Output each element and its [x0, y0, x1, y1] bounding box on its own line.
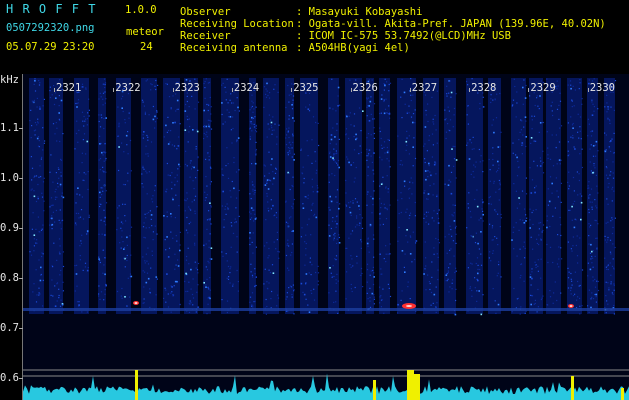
x-tick-mark	[350, 88, 352, 92]
x-tick-label: 2323	[174, 82, 200, 94]
file-name: 0507292320.png	[6, 22, 95, 34]
carrier-line	[23, 308, 629, 311]
meteor-label: meteor	[126, 26, 164, 38]
x-tick-mark	[469, 88, 471, 92]
noise-band	[366, 78, 374, 314]
y-tick-mark	[19, 328, 23, 329]
meteor-echo-core	[406, 305, 412, 307]
observer-value: : Masayuki Kobayashi	[296, 6, 423, 18]
x-tick-label: 2330	[589, 82, 615, 94]
app-title: H R O F F T	[6, 2, 97, 16]
noise-band	[488, 78, 501, 314]
y-unit-label: kHz	[0, 74, 19, 86]
meteor-echo-core	[569, 305, 573, 307]
x-tick-mark	[231, 88, 233, 92]
noise-band	[466, 78, 483, 314]
x-tick-mark	[291, 88, 293, 92]
noise-band	[203, 78, 211, 314]
receiver-value: : ICOM IC-575 53.7492(@LCD)MHz USB	[296, 30, 511, 42]
observer-label: Observer	[180, 6, 231, 18]
y-tick-label: 1.0	[0, 172, 19, 184]
y-axis-line	[22, 74, 23, 400]
x-tick-mark	[528, 88, 530, 92]
x-tick-mark	[172, 88, 174, 92]
noise-band	[98, 78, 106, 314]
meteor-spike	[413, 374, 420, 400]
y-tick-mark	[19, 128, 23, 129]
location-label: Receiving Location	[180, 18, 294, 30]
x-tick-label: 2328	[471, 82, 497, 94]
noise-band	[249, 78, 256, 314]
meteor-spike	[373, 380, 376, 400]
noise-band	[74, 78, 89, 314]
meteor-spike	[407, 370, 414, 400]
x-tick-label: 2325	[293, 82, 319, 94]
noise-band	[221, 78, 239, 314]
noise-band	[163, 78, 180, 314]
y-tick-mark	[19, 178, 23, 179]
noise-band	[604, 78, 615, 314]
antenna-label: Receiving antenna	[180, 42, 288, 54]
x-tick-label: 2324	[233, 82, 260, 94]
meteor-echo-core	[134, 302, 138, 304]
antenna-value: : A504HB(yagi 4el)	[296, 42, 410, 54]
noise-band	[444, 78, 456, 314]
noise-band	[49, 78, 63, 314]
file-datetime: 05.07.29 23:20	[6, 41, 95, 53]
meteor-spike	[135, 370, 138, 400]
noise-band	[567, 78, 582, 314]
x-tick-label: 2326	[352, 82, 378, 94]
noise-band	[285, 78, 294, 314]
x-tick-label: 2322	[115, 82, 141, 94]
spectrogram	[23, 74, 629, 400]
y-tick-mark	[19, 228, 23, 229]
y-tick-mark	[19, 378, 23, 379]
meteor-spike	[621, 388, 624, 400]
noise-band	[300, 78, 318, 314]
location-value: : Ogata-vill. Akita-Pref. JAPAN (139.96E…	[296, 18, 606, 30]
meteor-spike	[571, 376, 574, 400]
x-tick-label: 2329	[530, 82, 556, 94]
header-panel: H R O F F T 1.0.0 0507292320.png meteor …	[0, 0, 629, 76]
y-tick-label: 0.8	[0, 272, 19, 284]
x-tick-mark	[587, 88, 589, 92]
y-tick-label: 0.7	[0, 322, 19, 334]
meteor-count: 24	[140, 41, 153, 53]
x-tick-label: 2327	[411, 82, 438, 94]
noise-band	[29, 78, 44, 314]
receiver-label: Receiver	[180, 30, 231, 42]
x-tick-mark	[113, 88, 115, 92]
x-tick-label: 2321	[56, 82, 82, 94]
noise-band	[263, 78, 279, 314]
x-axis-labels: 2321 2322 2323 2324 2325 2326 2327 2328 2329 2330	[36, 82, 629, 96]
x-tick-mark	[409, 88, 411, 92]
y-tick-label: 1.1	[0, 122, 19, 134]
y-tick-label: 0.6	[0, 372, 19, 384]
noise-band	[546, 78, 561, 314]
y-tick-mark	[19, 278, 23, 279]
noise-band	[345, 78, 362, 314]
app-version: 1.0.0	[125, 4, 157, 16]
noise-band	[511, 78, 526, 314]
x-tick-mark	[54, 88, 55, 92]
y-tick-label: 0.9	[0, 222, 19, 234]
